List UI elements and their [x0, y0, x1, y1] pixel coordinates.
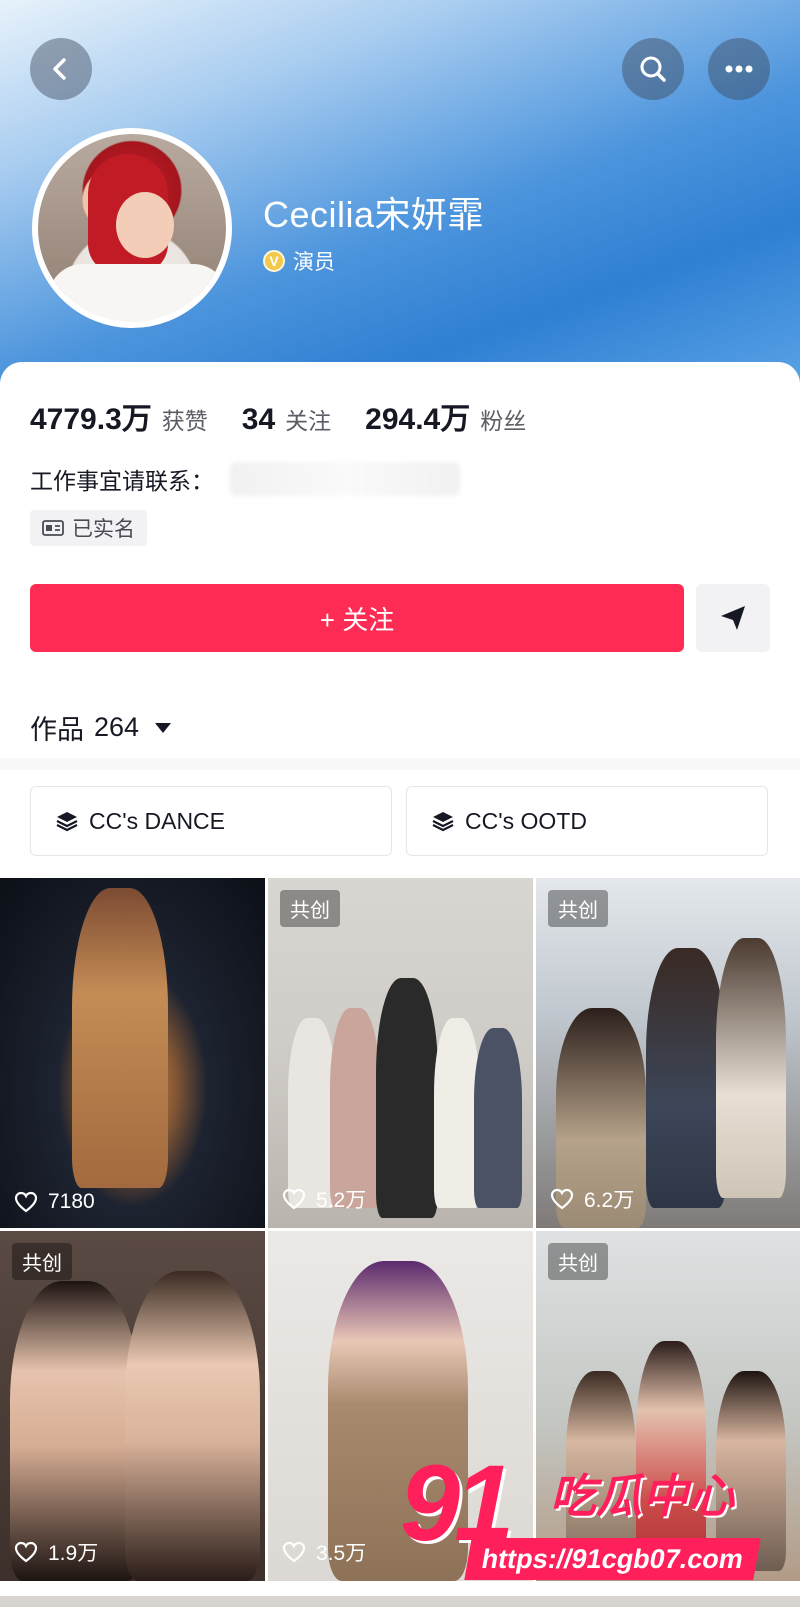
- likes-label: 获赞: [161, 408, 208, 434]
- co-create-badge: 共创: [280, 890, 340, 927]
- section-divider: [0, 758, 800, 770]
- profile-name: Cecilia宋妍霏: [263, 194, 485, 235]
- following-label[interactable]: 关注: [285, 402, 331, 436]
- back-chevron-icon: [53, 58, 66, 80]
- more-button[interactable]: [708, 38, 770, 100]
- video-thumbnail-figure: [72, 888, 168, 1188]
- next-row-peek: [0, 1596, 800, 1607]
- works-label: 作品: [30, 715, 84, 745]
- contact-redacted: [230, 462, 460, 496]
- realname-badge: 已实名: [30, 510, 147, 546]
- search-icon: [640, 56, 666, 82]
- heart-outline-icon: [14, 1191, 38, 1213]
- watermark-text: 吃瓜中心: [550, 1470, 734, 1522]
- video-likes: 6.2万: [550, 1184, 634, 1214]
- follow-button[interactable]: + 关注: [30, 584, 684, 652]
- co-create-badge: 共创: [548, 1243, 608, 1280]
- video-likes: 5.2万: [282, 1184, 366, 1214]
- watermark-url: https://91cgb07.com: [464, 1538, 761, 1580]
- avatar[interactable]: [32, 128, 232, 328]
- video-likes-count: 5.2万: [316, 1189, 367, 1212]
- heart-outline-icon: [282, 1188, 306, 1210]
- collection-label: CC's DANCE: [89, 807, 226, 834]
- search-button[interactable]: [622, 38, 684, 100]
- contact-label: 工作事宜请联系：: [30, 468, 214, 494]
- co-create-badge: 共创: [548, 890, 608, 927]
- video-tile[interactable]: 共创 6.2万: [536, 878, 800, 1228]
- verified-v-icon: V: [263, 250, 285, 272]
- co-create-badge: 共创: [12, 1243, 72, 1280]
- video-likes: 1.9万: [14, 1537, 98, 1567]
- video-tile[interactable]: 共创 5.2万: [268, 878, 533, 1228]
- followers-count[interactable]: 294.4万: [365, 394, 470, 438]
- stack-icon: [432, 812, 454, 832]
- profile-stats: 4779.3万 获赞 34 关注 294.4万 粉丝: [30, 394, 560, 438]
- likes-count: 4779.3万: [30, 403, 152, 436]
- collection-ootd[interactable]: CC's OOTD: [406, 786, 768, 856]
- contact-info: 工作事宜请联系：: [30, 462, 460, 496]
- heart-outline-icon: [550, 1188, 574, 1210]
- realname-label: 已实名: [72, 518, 135, 541]
- share-button[interactable]: [696, 584, 770, 652]
- watermark-logo: 91 吃瓜中心 https://91cgb07.com: [400, 1440, 800, 1592]
- video-thumbnail-figure: [376, 978, 438, 1218]
- caret-down-icon: [155, 722, 172, 733]
- video-thumbnail-figure: [474, 1028, 522, 1208]
- video-thumbnail-figure: [330, 1008, 380, 1208]
- video-thumbnail-figure: [125, 1271, 260, 1581]
- video-tile[interactable]: 共创 1.9万: [0, 1231, 265, 1581]
- video-tile[interactable]: 7180: [0, 878, 265, 1228]
- video-likes: 7180: [14, 1190, 95, 1214]
- collection-label: CC's OOTD: [465, 807, 587, 834]
- video-likes: 3.5万: [282, 1537, 366, 1567]
- avatar-foam: [48, 264, 226, 322]
- works-count: 264: [94, 712, 140, 742]
- video-thumbnail-figure: [646, 948, 726, 1208]
- more-dots-icon: [725, 65, 753, 73]
- following-count[interactable]: 34: [242, 403, 275, 437]
- video-likes-count: 6.2万: [584, 1189, 635, 1212]
- id-card-icon: [42, 520, 64, 536]
- stack-icon: [56, 812, 78, 832]
- video-thumbnail-figure: [10, 1281, 140, 1581]
- verified-badge: V 演员: [263, 246, 335, 276]
- back-button[interactable]: [30, 38, 92, 100]
- works-tab[interactable]: 作品 264: [30, 708, 172, 747]
- avatar-face: [116, 192, 174, 258]
- heart-outline-icon: [282, 1541, 306, 1563]
- collection-dance[interactable]: CC's DANCE: [30, 786, 392, 856]
- followers-label[interactable]: 粉丝: [480, 402, 526, 436]
- video-thumbnail-figure: [288, 1018, 336, 1208]
- verified-label: 演员: [293, 251, 335, 274]
- video-likes-count: 1.9万: [48, 1542, 99, 1565]
- send-icon: [721, 606, 745, 630]
- video-likes-count: 3.5万: [316, 1542, 367, 1565]
- heart-outline-icon: [14, 1541, 38, 1563]
- video-likes-count: 7180: [48, 1190, 95, 1213]
- video-thumbnail-figure: [716, 938, 786, 1198]
